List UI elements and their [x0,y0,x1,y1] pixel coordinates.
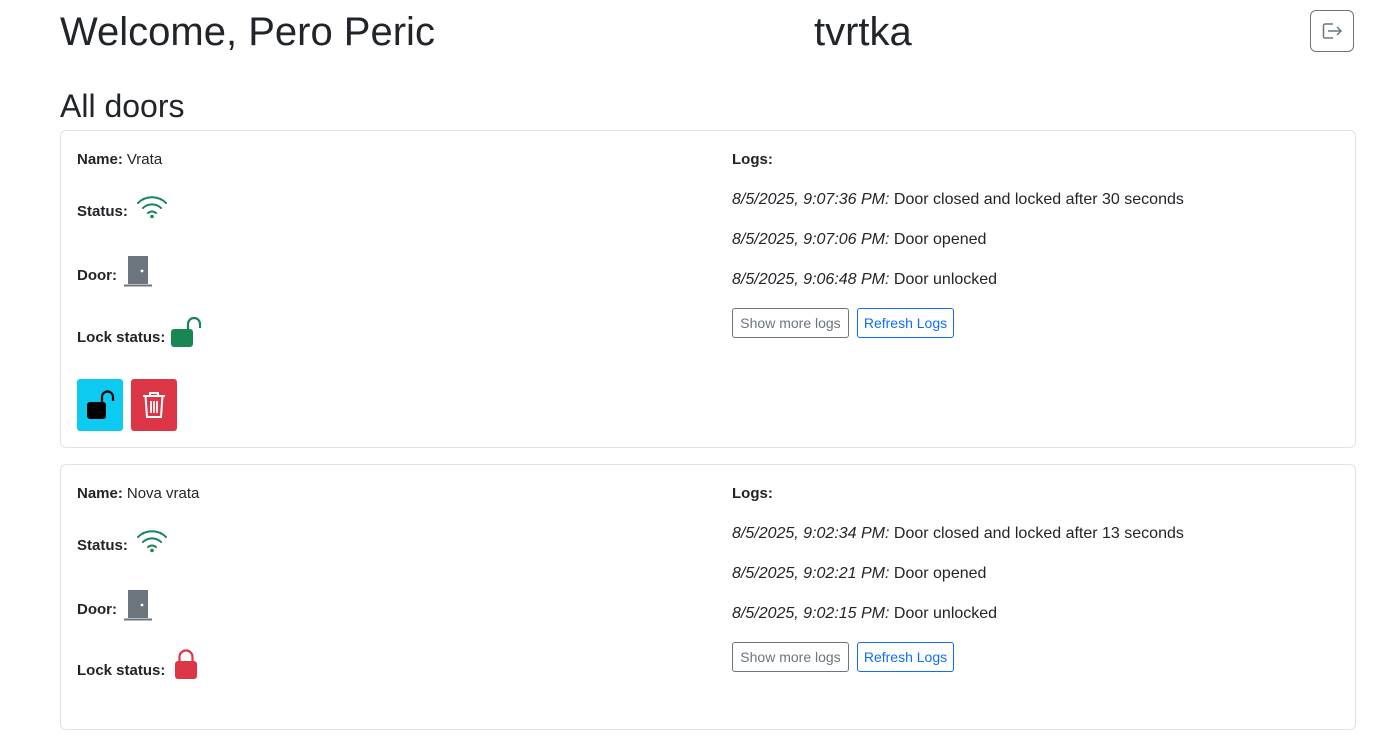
refresh-logs-button[interactable]: Refresh Logs [857,642,954,672]
logout-button[interactable] [1310,10,1354,52]
door-label: Door: [77,266,117,284]
door-name-row: Name: Nova vrata [77,485,199,502]
lock-icon [173,647,199,681]
door-closed-icon [123,589,153,621]
lock-status-row: Lock status: [77,649,199,681]
log-buttons: Show more logs Refresh Logs [732,308,972,340]
log-entry: 8/5/2025, 9:02:15 PM: Door unlocked [732,605,997,623]
logs-label: Logs: [732,151,773,168]
log-message: Door unlocked [893,605,998,622]
status-label: Status: [77,203,128,220]
lock-status-row: Lock status: [77,316,205,349]
logs-label: Logs: [732,485,773,502]
door-status-row: Status: [77,195,168,220]
log-time: 8/5/2025, 9:07:36 PM: [732,191,890,208]
log-time: 8/5/2025, 9:02:34 PM: [732,525,890,542]
door-status-row: Status: [77,529,168,554]
name-label: Name: [77,485,123,502]
page-header: Welcome, Pero Peric tvrtka [0,0,1384,70]
log-time: 8/5/2025, 9:02:21 PM: [732,565,890,582]
log-time: 8/5/2025, 9:02:15 PM: [732,605,890,622]
lock-status-label: Lock status: [77,661,166,679]
welcome-heading: Welcome, Pero Peric [60,10,435,54]
show-more-logs-button[interactable]: Show more logs [732,642,849,672]
door-state-row: Door: [77,256,153,287]
log-message: Door opened [893,231,987,248]
door-label: Door: [77,600,117,618]
lock-status-label: Lock status: [77,328,166,346]
log-entry: 8/5/2025, 9:07:06 PM: Door opened [732,231,986,249]
log-entry: 8/5/2025, 9:06:48 PM: Door unlocked [732,271,997,289]
log-message: Door closed and locked after 13 seconds [893,525,1184,542]
door-state-row: Door: [77,590,153,621]
unlock-icon [169,315,205,349]
door-name-row: Name: Vrata [77,151,162,168]
status-label: Status: [77,537,128,554]
log-message: Door unlocked [893,271,998,288]
door-name: Nova vrata [126,485,200,502]
door-name: Vrata [126,151,163,168]
company-name: tvrtka [814,10,912,54]
log-buttons: Show more logs Refresh Logs [732,642,972,674]
unlock-icon [83,389,117,421]
box-arrow-right-icon [1321,21,1343,41]
log-time: 8/5/2025, 9:06:48 PM: [732,271,890,288]
door-card: Name: Vrata Status: Door: Lock status: L… [60,130,1356,448]
show-more-logs-button[interactable]: Show more logs [732,308,849,338]
log-entry: 8/5/2025, 9:07:36 PM: Door closed and lo… [732,191,1184,209]
log-time: 8/5/2025, 9:07:06 PM: [732,231,890,248]
wifi-icon [136,529,168,553]
log-entry: 8/5/2025, 9:02:21 PM: Door opened [732,565,986,583]
log-entry: 8/5/2025, 9:02:34 PM: Door closed and lo… [732,525,1184,543]
refresh-logs-button[interactable]: Refresh Logs [857,308,954,338]
log-message: Door closed and locked after 30 seconds [893,191,1184,208]
wifi-icon [136,195,168,219]
delete-button[interactable] [131,379,177,431]
trash-icon [141,391,167,419]
section-title: All doors [60,88,185,124]
unlock-button[interactable] [77,379,123,431]
door-card: Name: Nova vrata Status: Door: Lock stat… [60,464,1356,730]
name-label: Name: [77,151,123,168]
log-message: Door opened [893,565,987,582]
door-closed-icon [123,255,153,287]
